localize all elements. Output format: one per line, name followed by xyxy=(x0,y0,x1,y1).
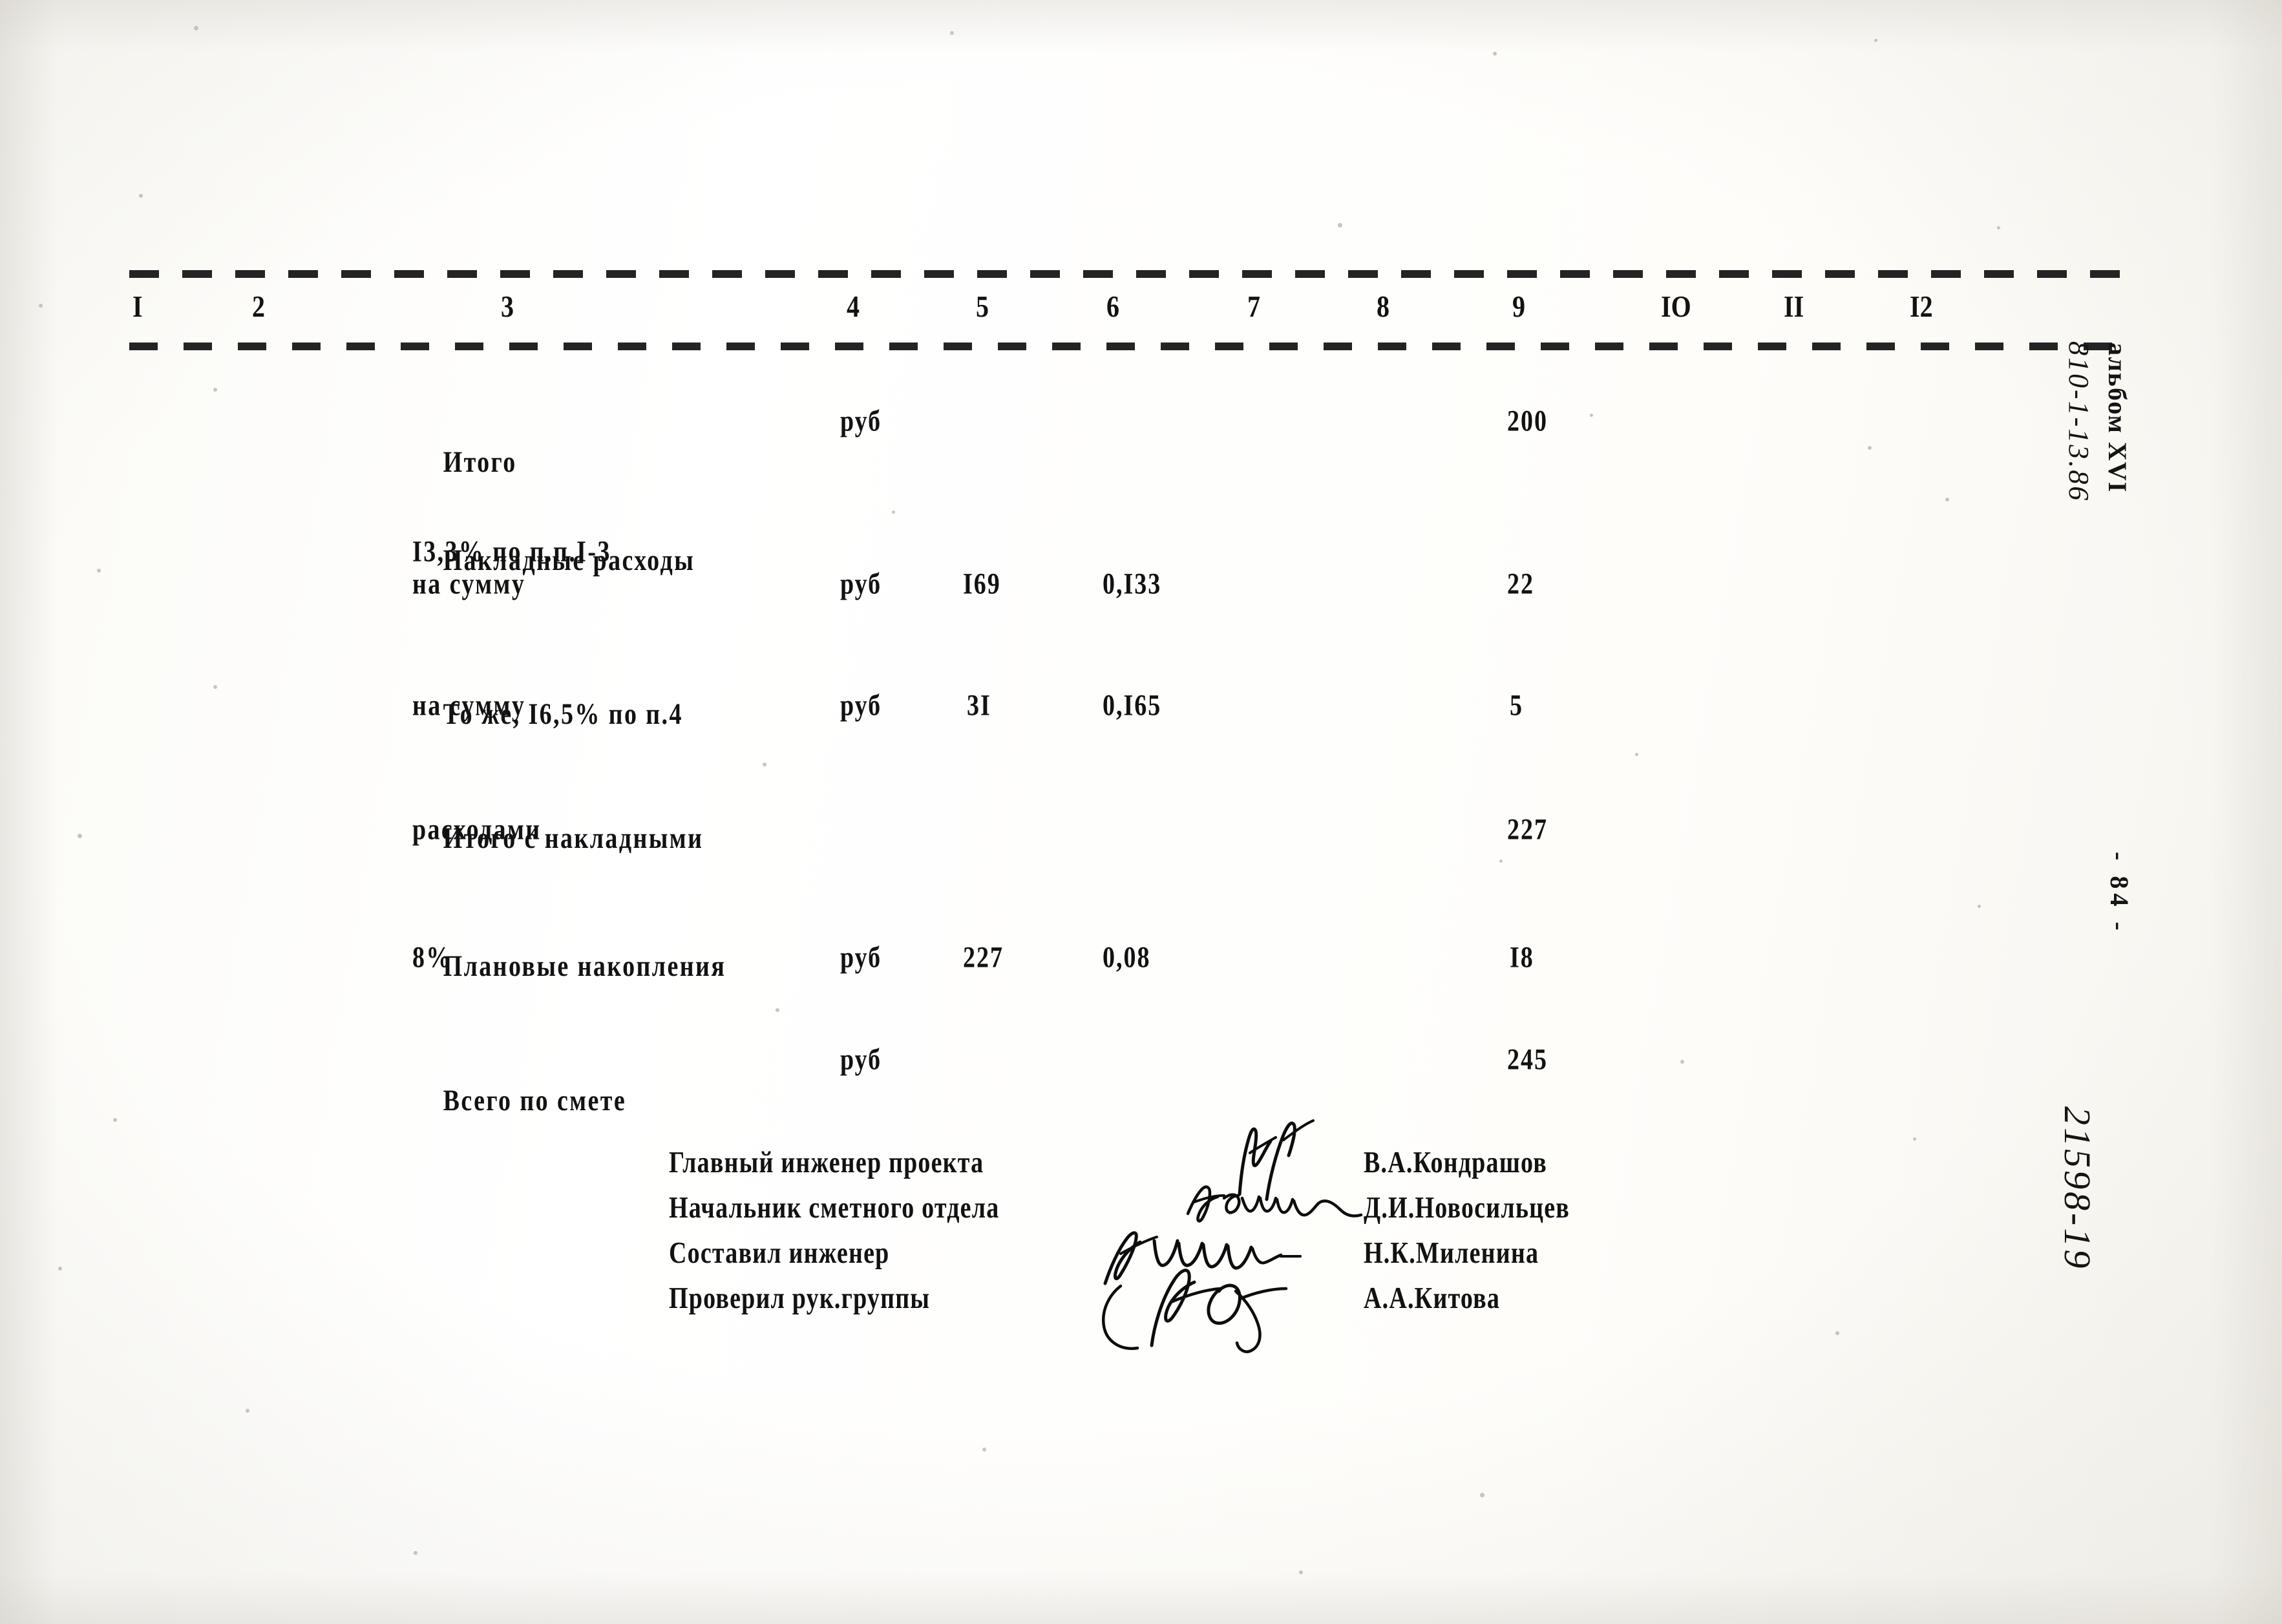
signature-name: А.А.Китова xyxy=(1364,1281,1501,1316)
scan-speck xyxy=(1997,226,2000,229)
row-unit: руб xyxy=(840,689,882,722)
handwritten-signature-group-head xyxy=(1101,1269,1288,1353)
column-header-10: IO xyxy=(1661,289,1691,324)
paper-tint xyxy=(0,0,2282,1624)
drawing-code-handwritten: 21598-19 xyxy=(2056,1106,2098,1271)
row-description-line-2: 8% xyxy=(412,941,452,975)
row-col9-value: 227 xyxy=(1507,813,1548,847)
row-unit: руб xyxy=(840,941,882,975)
scan-speck xyxy=(982,1448,986,1451)
column-header-3: 3 xyxy=(501,289,514,324)
handwritten-signature-engineer xyxy=(1103,1231,1302,1285)
scan-speck xyxy=(213,685,217,689)
scan-speck xyxy=(1635,753,1638,756)
scan-speck xyxy=(139,194,143,198)
row-col9-value: 5 xyxy=(1510,689,1523,722)
row-col6-value: 0,I33 xyxy=(1103,567,1162,601)
row-unit: руб xyxy=(840,1043,882,1077)
page-number: - 84 - xyxy=(2105,852,2134,935)
table-row: Всего по смете xyxy=(412,1039,626,1162)
signature-role-label: Составил инженер xyxy=(669,1236,890,1271)
scan-speck xyxy=(213,388,217,392)
scan-speck xyxy=(776,1008,779,1012)
column-header-6: 6 xyxy=(1106,289,1119,324)
row-col5-value: 227 xyxy=(963,941,1004,975)
table-header-bottom-dashed-rule xyxy=(129,343,2126,350)
scan-speck xyxy=(950,31,954,35)
scan-speck xyxy=(1338,223,1342,227)
scan-speck xyxy=(1978,905,1981,908)
row-col5-value: 3I xyxy=(967,689,991,722)
scan-speck xyxy=(414,1551,417,1555)
scan-edge-shading xyxy=(0,0,2282,1624)
row-description-line-2: расходами xyxy=(412,813,542,847)
scan-speck xyxy=(892,511,895,514)
scan-speck xyxy=(1913,1137,1916,1141)
scan-speck xyxy=(1480,1493,1484,1497)
scan-speck xyxy=(246,1409,249,1413)
scan-speck xyxy=(1493,52,1497,56)
scan-speck xyxy=(1835,1331,1839,1335)
column-header-9: 9 xyxy=(1512,289,1525,324)
scan-speck xyxy=(1945,498,1949,501)
signature-role-label: Начальник сметного отдела xyxy=(669,1191,1000,1225)
column-header-12: I2 xyxy=(1910,289,1933,324)
column-header-1: I xyxy=(132,289,143,324)
signature-name: В.А.Кондрашов xyxy=(1364,1146,1547,1180)
row-unit: руб xyxy=(840,567,882,601)
scan-speck xyxy=(1299,1570,1303,1574)
column-header-11: II xyxy=(1784,289,1804,324)
document-page: I 2 3 4 5 6 7 8 9 IO II I2 Итого руб 200… xyxy=(0,0,2282,1624)
row-col5-value: I69 xyxy=(963,567,1001,601)
scan-speck xyxy=(39,304,43,308)
scan-speck xyxy=(97,569,101,573)
column-header-2: 2 xyxy=(252,289,265,324)
scan-speck xyxy=(78,834,82,838)
row-description-line: Итого xyxy=(443,445,517,479)
signature-name: Д.И.Новосильцев xyxy=(1364,1191,1570,1225)
scan-speck xyxy=(1590,414,1593,417)
album-code-handwritten: 810-1-13.86 xyxy=(2063,341,2095,503)
column-header-4: 4 xyxy=(847,289,860,324)
row-col6-value: 0,08 xyxy=(1103,941,1151,975)
scan-speck xyxy=(1499,859,1503,863)
handwritten-signature-chief-engineer xyxy=(1238,1119,1315,1201)
scan-speck xyxy=(194,26,198,30)
row-description-line-2: на сумму xyxy=(412,689,526,722)
signature-name: Н.К.Миленина xyxy=(1364,1236,1539,1271)
scan-speck xyxy=(1680,1060,1684,1064)
scan-speck xyxy=(113,1118,117,1122)
row-col9-value: I8 xyxy=(1510,941,1534,975)
handwritten-signature-estimate-dept-head xyxy=(1186,1185,1363,1223)
row-description-line: Плановые накопления xyxy=(443,949,726,983)
row-col6-value: 0,I65 xyxy=(1103,689,1162,722)
row-description-line: Всего по смете xyxy=(443,1084,627,1117)
signature-role-label: Проверил рук.группы xyxy=(669,1281,931,1316)
scan-speck xyxy=(1868,446,1872,450)
album-label: альбом XVI xyxy=(2103,343,2132,494)
row-col9-value: 22 xyxy=(1507,567,1534,601)
row-description-line-3: на сумму xyxy=(412,567,526,601)
row-col9-value: 245 xyxy=(1507,1043,1548,1077)
table-top-dashed-rule xyxy=(129,270,2126,278)
table-row: Плановые накопления xyxy=(412,905,726,1028)
row-unit: руб xyxy=(840,405,882,438)
signature-role-label: Главный инженер проекта xyxy=(669,1146,984,1180)
scan-speck xyxy=(763,763,766,766)
column-header-8: 8 xyxy=(1377,289,1389,324)
scan-speck xyxy=(1874,39,1877,42)
column-header-7: 7 xyxy=(1247,289,1260,324)
row-col9-value: 200 xyxy=(1507,405,1548,438)
scan-speck xyxy=(58,1267,62,1271)
column-header-5: 5 xyxy=(976,289,989,324)
